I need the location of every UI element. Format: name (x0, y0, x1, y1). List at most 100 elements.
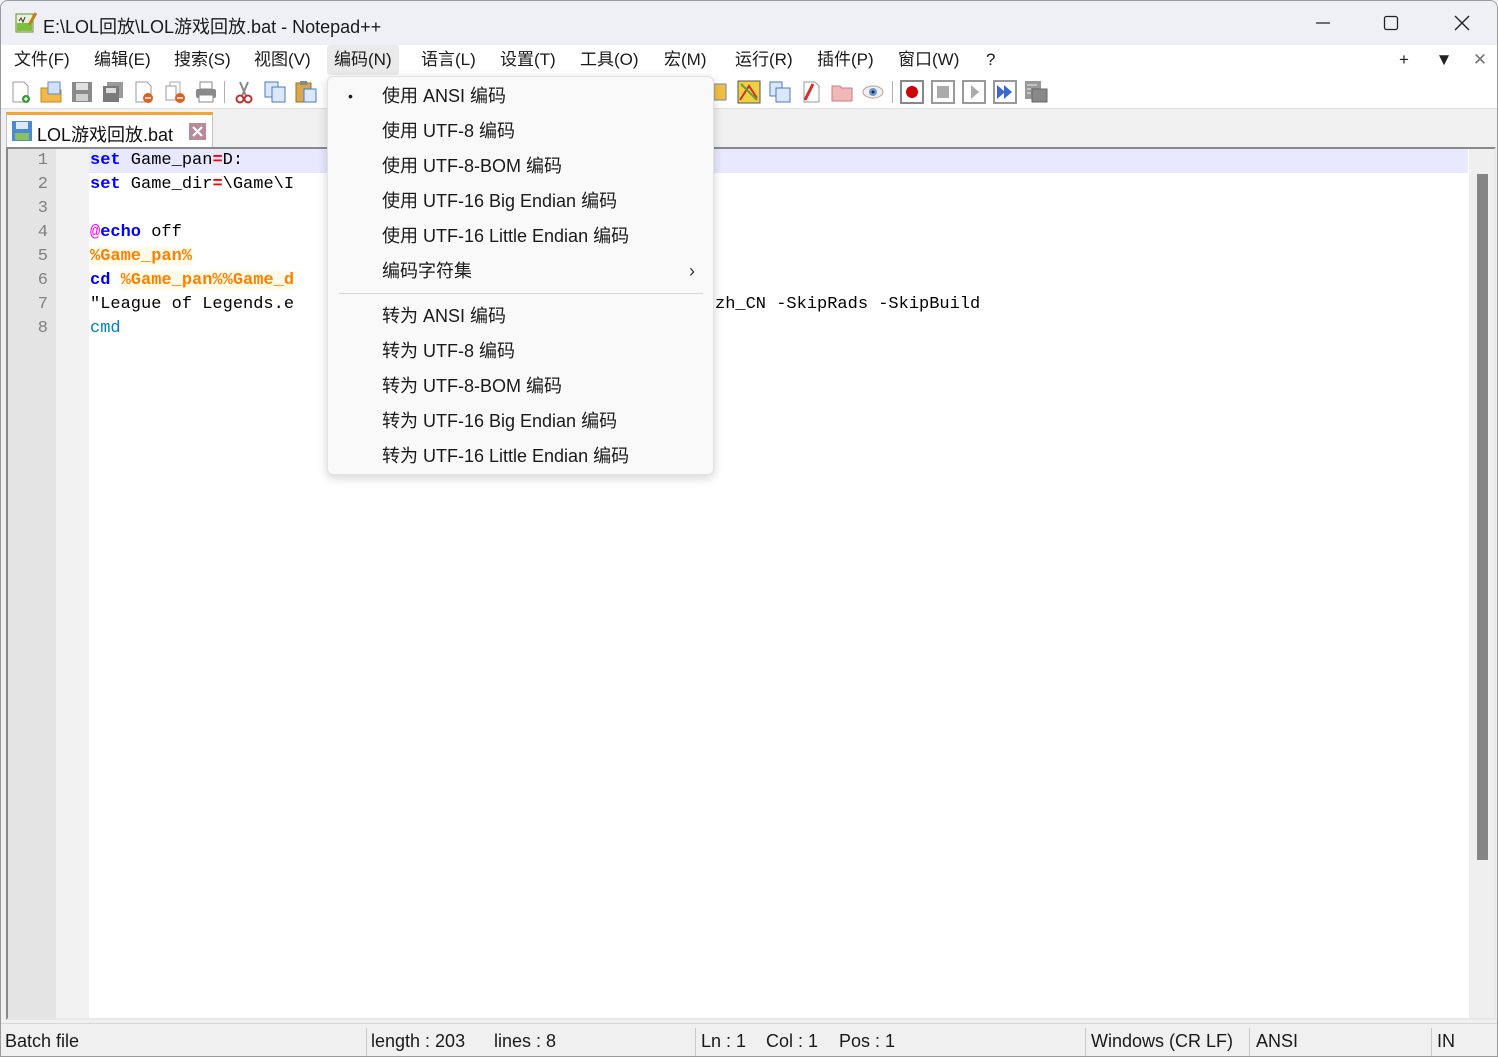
menu-help[interactable]: ? (979, 45, 1002, 75)
notepadpp-app-icon (15, 12, 37, 33)
menu-edit[interactable]: 编辑(E) (87, 45, 158, 75)
line-number: 2 (37, 175, 48, 194)
code-token: = (212, 151, 223, 170)
menu-file[interactable]: 文件(F) (7, 45, 77, 75)
menu-view[interactable]: 视图(V) (247, 45, 318, 75)
close-icon (1454, 15, 1470, 31)
playback-macro-icon[interactable] (962, 80, 986, 104)
line-number: 5 (37, 247, 48, 266)
tab-lol-replay-bat[interactable]: LOL游戏回放.bat (6, 112, 213, 147)
document-map-icon[interactable] (768, 80, 792, 104)
monitoring-eye-icon[interactable] (861, 80, 885, 104)
stop-recording-icon[interactable] (931, 80, 955, 104)
code-line: set Game_dir=\Game\I (90, 173, 294, 197)
menu-use-utf8-bom[interactable]: 使用 UTF-8-BOM 编码 (328, 149, 713, 184)
line-number: 8 (37, 319, 48, 338)
saved-file-icon (12, 121, 32, 141)
function-list-icon[interactable] (799, 80, 823, 104)
status-encoding: ANSI (1256, 1031, 1299, 1051)
cut-icon[interactable] (232, 80, 256, 104)
code-token: Game_dir (120, 175, 213, 194)
close-button[interactable] (1427, 1, 1497, 45)
paste-icon[interactable] (294, 80, 318, 104)
menu-convert-utf8-bom[interactable]: 转为 UTF-8-BOM 编码 (328, 369, 713, 404)
minimize-button[interactable] (1288, 1, 1358, 45)
menu-convert-ansi[interactable]: 转为 ANSI 编码 (328, 299, 713, 334)
save-macro-icon[interactable] (1024, 80, 1048, 104)
code-line: cmd (90, 317, 121, 341)
menu-window[interactable]: 窗口(W) (891, 45, 966, 75)
run-macro-multiple-icon[interactable] (993, 80, 1017, 104)
open-file-icon[interactable] (39, 80, 63, 104)
new-tab-button[interactable]: + (1392, 45, 1416, 75)
submenu-arrow-icon: › (689, 261, 695, 281)
code-token: set (90, 151, 121, 170)
current-line-highlight (89, 149, 1468, 173)
vertical-scrollbar-thumb[interactable] (1477, 174, 1488, 860)
status-file-type: Batch file (5, 1031, 80, 1051)
menu-run[interactable]: 运行(R) (728, 45, 800, 75)
tab-bar: LOL游戏回放.bat (1, 109, 1497, 147)
menu-separator (339, 293, 703, 294)
line-number: 1 (37, 151, 48, 170)
code-token: echo (100, 223, 142, 242)
new-file-icon[interactable] (9, 80, 33, 104)
menu-macro[interactable]: 宏(M) (657, 45, 713, 75)
menu-search[interactable]: 搜索(S) (167, 45, 238, 75)
code-token: %Game_pan%%Game_d (120, 271, 295, 290)
line-number: 7 (37, 295, 48, 314)
copy-icon[interactable] (263, 80, 287, 104)
print-icon[interactable] (194, 80, 218, 104)
code-token: Game_pan (120, 151, 213, 170)
menu-bar: 文件(F) 编辑(E) 搜索(S) 视图(V) 编码(N) 语言(L) 设置(T… (1, 45, 1497, 75)
menu-use-utf16-le[interactable]: 使用 UTF-16 Little Endian 编码 (328, 219, 713, 254)
fold-margin (56, 149, 89, 1018)
menu-encoding[interactable]: 编码(N) (327, 45, 399, 75)
maximize-button[interactable] (1356, 1, 1426, 45)
code-token: = (212, 175, 223, 194)
status-pos: Pos : 1 (839, 1031, 896, 1051)
status-length: length : 203 (371, 1031, 466, 1051)
status-separator (1249, 1028, 1250, 1056)
menu-tools[interactable]: 工具(O) (573, 45, 646, 75)
menu-use-utf16-be[interactable]: 使用 UTF-16 Big Endian 编码 (328, 184, 713, 219)
save-icon[interactable] (70, 80, 94, 104)
menu-item-label: 编码字符集 (382, 261, 472, 281)
folder-workspace-icon[interactable] (830, 80, 854, 104)
menu-plugins[interactable]: 插件(P) (810, 45, 881, 75)
checked-bullet-icon: • (348, 88, 353, 104)
save-all-icon[interactable] (101, 80, 125, 104)
menu-character-sets[interactable]: 编码字符集 › (328, 254, 713, 289)
vertical-scrollbar[interactable] (1469, 149, 1494, 1018)
menu-use-ansi[interactable]: • 使用 ANSI 编码 (328, 79, 713, 114)
menu-use-utf8[interactable]: 使用 UTF-8 编码 (328, 114, 713, 149)
code-token: off (141, 223, 182, 242)
word-wrap-icon[interactable] (714, 80, 728, 104)
close-file-icon[interactable] (132, 80, 156, 104)
toolbar-separator (892, 81, 893, 103)
menu-language[interactable]: 语言(L) (414, 45, 483, 75)
status-col: Col : 1 (766, 1031, 819, 1051)
code-token: "League of Legends.e (90, 295, 295, 314)
code-token: cmd (90, 319, 121, 338)
line-number: 4 (37, 223, 48, 242)
editor-area[interactable]: 12345678 set Game_pan=D: set Game_dir=\Ga… (6, 147, 1496, 1020)
close-all-icon[interactable] (163, 80, 187, 104)
close-tab-button[interactable]: ✕ (1468, 45, 1492, 75)
code-line: set Game_pan=D: (90, 149, 243, 173)
status-bar: Batch file length : 203 lines : 8 Ln : 1… (1, 1023, 1497, 1056)
status-ln: Ln : 1 (701, 1031, 747, 1051)
menu-convert-utf16-le[interactable]: 转为 UTF-16 Little Endian 编码 (328, 439, 713, 474)
status-lines: lines : 8 (494, 1031, 557, 1051)
notepadpp-window: E:\LOL回放\LOL游戏回放.bat - Notepad++ 文件(F) 编… (0, 0, 1498, 1057)
menu-convert-utf8[interactable]: 转为 UTF-8 编码 (328, 334, 713, 369)
status-separator (695, 1028, 696, 1056)
menu-item-label: 使用 ANSI 编码 (382, 86, 507, 106)
udl-icon[interactable] (737, 80, 761, 104)
menu-settings[interactable]: 设置(T) (493, 45, 563, 75)
tab-close-icon[interactable] (189, 123, 206, 140)
menu-convert-utf16-be[interactable]: 转为 UTF-16 Big Endian 编码 (328, 404, 713, 439)
record-macro-icon[interactable] (900, 80, 924, 104)
tab-list-dropdown-button[interactable]: ▼ (1432, 45, 1456, 75)
